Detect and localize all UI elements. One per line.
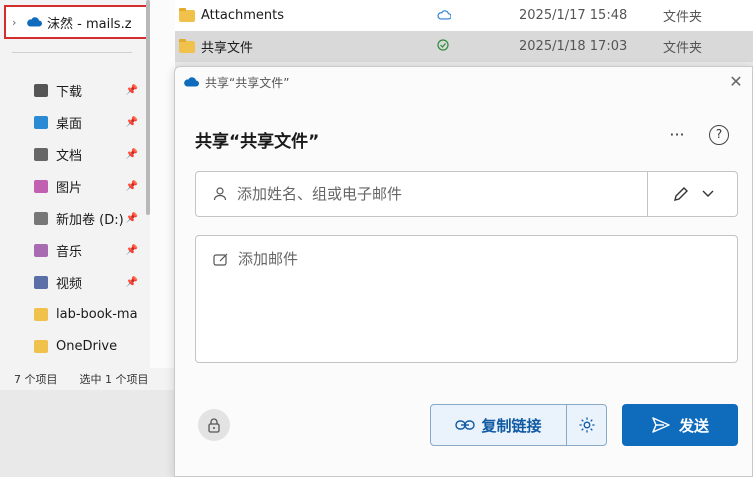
people-field (195, 171, 738, 217)
pin-icon: 📌 (125, 148, 138, 160)
people-input[interactable] (237, 185, 647, 203)
help-icon[interactable]: ? (709, 125, 729, 145)
item-count: 7 个项目 (14, 373, 58, 386)
sidebar-item-label: 文档 (56, 148, 83, 164)
desktop-icon (34, 115, 48, 129)
onedrive-tree-item[interactable]: › 沫然 - mails.z (4, 5, 149, 39)
chevron-right-icon[interactable]: › (12, 16, 26, 29)
sidebar-item-label: 视频 (56, 276, 83, 292)
folder-icon (34, 339, 48, 353)
dialog-titlebar: 共享“共享文件” ✕ (175, 67, 752, 97)
dialog-title: 共享“共享文件” (205, 75, 290, 90)
sidebar-item[interactable]: 桌面 📌 (34, 106, 146, 138)
sidebar-item-label: OneDrive (56, 338, 118, 354)
sidebar-item[interactable]: OneDrive (34, 330, 146, 362)
message-box (195, 235, 738, 363)
pictures-icon (34, 179, 48, 193)
quick-access-list: 下载 📌 桌面 📌 文档 📌 图片 📌 新加卷 (D:) 📌 音乐 📌 视频 📌 lab-book-ma On… (34, 74, 146, 362)
sidebar-item[interactable]: 文档 📌 (34, 138, 146, 170)
pin-icon: 📌 (125, 180, 138, 192)
permission-dropdown[interactable] (647, 172, 737, 216)
file-type: 文件夹 (663, 10, 703, 25)
message-input[interactable] (238, 248, 718, 348)
pin-icon: 📌 (125, 116, 138, 128)
sidebar-item[interactable]: 新加卷 (D:) 📌 (34, 202, 146, 234)
pin-icon: 📌 (125, 212, 138, 224)
lock-icon (208, 418, 220, 433)
pin-icon: 📌 (125, 84, 138, 96)
file-name: 共享文件 (201, 41, 254, 56)
sidebar-item[interactable]: 音乐 📌 (34, 234, 146, 266)
send-icon (652, 417, 670, 433)
explorer-window: › 沫然 - mails.z 下载 📌 桌面 📌 文档 📌 图片 📌 新加卷 (D:) 📌 音乐 📌 视… (0, 0, 175, 390)
folder-icon (34, 307, 48, 321)
file-date: 2025/1/18 17:03 (519, 39, 628, 54)
sidebar-item-label: 下载 (56, 84, 83, 100)
dialog-heading: 共享“共享文件” (195, 132, 320, 152)
edit-message-icon (213, 253, 228, 266)
sidebar-item-label: 桌面 (56, 116, 83, 132)
file-list: Attachments 2025/1/17 15:48 文件夹 共享文件 2025/1/… (175, 0, 753, 62)
sidebar-item[interactable]: 视频 📌 (34, 266, 146, 298)
folder-icon (179, 38, 195, 53)
check-icon (437, 39, 449, 54)
onedrive-cloud-icon (184, 77, 199, 87)
close-icon[interactable]: ✕ (726, 72, 746, 92)
music-icon (34, 243, 48, 257)
folder-icon (179, 7, 195, 22)
copy-link-button[interactable]: 复制链接 (431, 405, 566, 445)
link-settings-lock-button[interactable] (198, 409, 230, 441)
divider (12, 52, 132, 53)
table-row[interactable]: 共享文件 2025/1/18 17:03 文件夹 (175, 31, 753, 62)
table-row[interactable]: Attachments 2025/1/17 15:48 文件夹 (175, 0, 753, 31)
document-icon (34, 147, 48, 161)
pin-icon: 📌 (125, 276, 138, 288)
selected-count: 选中 1 个项目 (79, 373, 149, 386)
sidebar-item[interactable]: 下载 📌 (34, 74, 146, 106)
video-icon (34, 275, 48, 289)
status-bar: 7 个项目 选中 1 个项目 (0, 368, 175, 390)
pencil-icon (673, 187, 688, 201)
file-type: 文件夹 (663, 41, 703, 56)
sidebar-item-label: 新加卷 (D:) (56, 212, 124, 228)
onedrive-cloud-icon (27, 17, 42, 27)
file-name: Attachments (201, 8, 284, 23)
gear-icon (579, 417, 594, 433)
file-date: 2025/1/17 15:48 (519, 8, 628, 23)
cloud-icon (437, 9, 452, 23)
sidebar-item-label: lab-book-ma (56, 306, 138, 322)
pane-divider (150, 0, 175, 368)
send-button[interactable]: 发送 (622, 404, 738, 446)
link-settings-button[interactable] (566, 405, 606, 445)
chevron-down-icon (702, 190, 713, 197)
pin-icon: 📌 (125, 244, 138, 256)
share-dialog: 共享“共享文件” ✕ 共享“共享文件” ··· ? 复制链接 发送 (174, 66, 753, 477)
scrollbar[interactable] (146, 0, 150, 215)
more-options-button[interactable]: ··· (665, 125, 689, 149)
onedrive-label: 沫然 - mails.z (47, 16, 132, 32)
drive-icon (34, 211, 48, 225)
sidebar-item[interactable]: 图片 📌 (34, 170, 146, 202)
person-icon (213, 187, 227, 201)
copy-link-label: 复制链接 (481, 416, 542, 435)
sidebar-item-label: 音乐 (56, 244, 83, 260)
download-icon (34, 83, 48, 97)
sidebar-item[interactable]: lab-book-ma (34, 298, 146, 330)
link-icon (455, 420, 476, 430)
copy-link-group: 复制链接 (430, 404, 607, 446)
send-label: 发送 (678, 416, 709, 435)
sidebar-item-label: 图片 (56, 180, 83, 196)
